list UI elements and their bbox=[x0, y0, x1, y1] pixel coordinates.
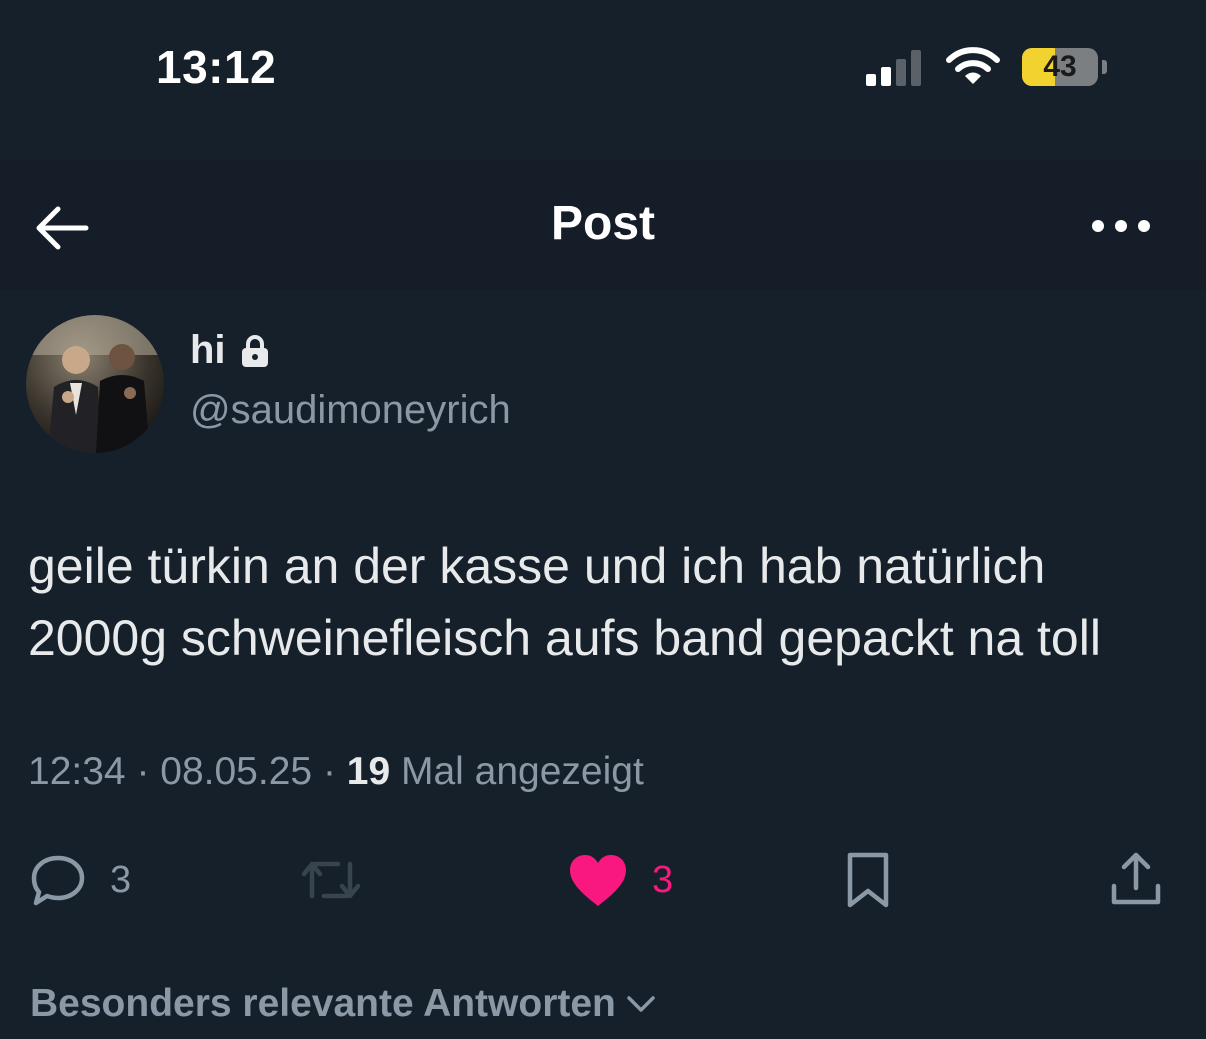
more-options-icon[interactable] bbox=[1086, 206, 1156, 246]
bookmark-icon bbox=[847, 852, 889, 908]
battery-icon: 43 bbox=[1022, 48, 1110, 88]
avatar[interactable] bbox=[26, 315, 164, 453]
signal-icon bbox=[866, 50, 926, 86]
author-handle[interactable]: @saudimoneyrich bbox=[190, 388, 511, 433]
replies-sort-dropdown[interactable]: Besonders relevante Antworten bbox=[30, 982, 658, 1026]
tweet-date[interactable]: 08.05.25 bbox=[160, 750, 312, 793]
wifi-icon bbox=[946, 47, 1000, 84]
author-name-row[interactable]: hi bbox=[190, 328, 270, 373]
like-button[interactable]: 3 bbox=[566, 850, 673, 910]
chevron-down-icon bbox=[627, 996, 655, 1012]
tweet-meta: 12:34 · 08.05.25 · 19 Mal angezeigt bbox=[28, 750, 644, 794]
replies-sort-label: Besonders relevante Antworten bbox=[30, 982, 616, 1025]
heart-filled-icon bbox=[570, 855, 626, 906]
like-count: 3 bbox=[652, 858, 674, 901]
meta-separator: · bbox=[322, 750, 347, 793]
retweet-icon bbox=[301, 861, 361, 899]
reply-count: 3 bbox=[110, 858, 132, 901]
share-icon bbox=[1111, 852, 1161, 905]
views-count[interactable]: 19 bbox=[347, 750, 390, 793]
bookmark-button[interactable] bbox=[840, 850, 896, 910]
meta-separator: · bbox=[136, 750, 161, 793]
tweet-time[interactable]: 12:34 bbox=[28, 750, 126, 793]
retweet-button[interactable] bbox=[298, 850, 364, 910]
author-display-name[interactable]: hi bbox=[190, 328, 226, 373]
tweet-text: geile türkin an der kasse und ich hab na… bbox=[28, 538, 1101, 666]
battery-level: 43 bbox=[1043, 50, 1077, 83]
lock-icon bbox=[241, 334, 268, 367]
page-title: Post bbox=[550, 197, 655, 250]
share-button[interactable] bbox=[1106, 850, 1166, 910]
views-label: Mal angezeigt bbox=[401, 750, 644, 793]
status-time: 13:12 bbox=[156, 41, 277, 93]
reply-icon bbox=[31, 855, 85, 906]
avatar-image bbox=[26, 315, 164, 453]
reply-button[interactable]: 3 bbox=[28, 850, 131, 910]
